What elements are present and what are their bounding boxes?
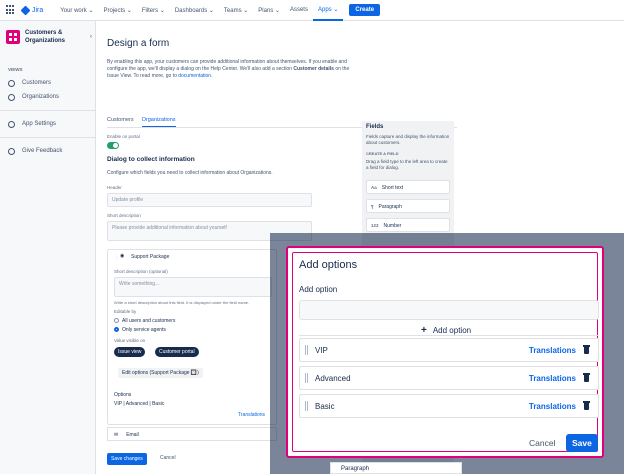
create-field-heading: CREATE A FIELD (366, 151, 399, 156)
email-icon: ✉ (114, 432, 119, 438)
options-value: VIP | Advanced | Basic (114, 401, 165, 407)
short-description-label: Short description (107, 213, 141, 218)
intro-text: By enabling this app, your customers can… (107, 59, 350, 79)
nav-projects[interactable]: Projects ⌄ (98, 0, 136, 21)
jira-logo[interactable]: Jira (20, 5, 43, 15)
views-heading: VIEWS (8, 67, 23, 72)
option-name: VIP (315, 346, 328, 355)
paragraph-field-peek: Paragraph (330, 462, 462, 474)
project-header[interactable]: Customers & Organizations (0, 21, 95, 53)
header-input[interactable]: Update profile (107, 193, 312, 207)
field-hint: Write a short description about this fie… (114, 300, 250, 305)
fields-title: Fields (366, 124, 384, 130)
number-icon: 123 (371, 223, 379, 228)
field-type-short-text[interactable]: Aa Short text (366, 180, 450, 194)
documentation-link[interactable]: documentation (178, 73, 211, 79)
divider (0, 110, 95, 111)
short-text-icon: Aa (371, 185, 377, 190)
drag-handle-icon[interactable] (305, 401, 308, 411)
radio-icon (114, 318, 119, 324)
sidebar-item-app-settings[interactable]: App Settings (0, 117, 95, 131)
header-label: Header (107, 185, 122, 190)
visible-on-label: Value visible on (114, 338, 146, 343)
support-package-field-card: ⋮⋮ ◉ Support Package Short description (… (107, 249, 277, 425)
enable-label: Enable on portal (107, 134, 140, 139)
nav-apps[interactable]: Apps ⌄ (312, 0, 344, 21)
trash-icon[interactable] (583, 373, 590, 382)
page-title: Design a form (107, 38, 170, 49)
trash-icon[interactable] (583, 401, 590, 410)
paragraph-icon: ¶ (371, 204, 374, 209)
cancel-button[interactable]: Cancel (160, 455, 176, 461)
nav-menu: Your work ⌄ Projects ⌄ Filters ⌄ Dashboa… (55, 0, 344, 21)
customer-portal-pill[interactable]: Customer portal (155, 347, 199, 357)
fields-description: Fields capture and display the informati… (366, 134, 450, 145)
translations-link[interactable]: Translations (529, 346, 576, 355)
modal-save-button[interactable]: Save (566, 434, 598, 452)
field-name: Support Package (131, 254, 170, 260)
add-option-input[interactable] (299, 300, 599, 320)
radio-field-icon: ◉ (120, 253, 125, 259)
nav-dashboards[interactable]: Dashboards ⌄ (170, 0, 219, 21)
modal-highlight-frame: Add options Add option + Add option VIP T… (292, 252, 599, 452)
translations-link[interactable]: Translations (529, 374, 576, 383)
option-name: Basic (315, 402, 335, 411)
sidebar: Customers & Organizations ‹ VIEWS Custom… (0, 21, 96, 474)
translations-link[interactable]: Translations (529, 402, 576, 411)
enable-toggle[interactable] (107, 142, 119, 149)
save-changes-button[interactable]: Save changes (107, 453, 147, 465)
options-label: Options (114, 392, 132, 398)
field-type-paragraph[interactable]: ¶ Paragraph (366, 199, 450, 213)
email-field-row[interactable]: ✉ Email (107, 427, 277, 441)
nav-your-work[interactable]: Your work ⌄ (55, 0, 98, 21)
drag-handle-icon[interactable] (305, 345, 308, 355)
modal-cancel-button[interactable]: Cancel (529, 438, 555, 448)
sidebar-item-customers[interactable]: Customers (0, 76, 95, 90)
jira-mark-icon (20, 5, 31, 15)
option-row: VIP Translations (299, 338, 599, 362)
issue-view-pill[interactable]: Issue view (114, 347, 146, 357)
field-short-description-input[interactable]: Write something... (114, 277, 272, 297)
top-navigation: Jira Your work ⌄ Projects ⌄ Filters ⌄ Da… (0, 0, 624, 21)
megaphone-icon (8, 147, 15, 155)
drag-handle-icon[interactable] (305, 373, 308, 383)
short-desc-optional-label: Short description (optional) (114, 269, 168, 274)
nav-assets[interactable]: Assets (285, 0, 313, 21)
app-switcher-icon[interactable] (6, 5, 16, 15)
add-options-modal: Add options Add option + Add option VIP T… (286, 246, 604, 458)
toggle-knob (113, 143, 118, 148)
edit-options-button[interactable]: Edit options (Support Package 🔲) (118, 368, 203, 378)
nav-teams[interactable]: Teams ⌄ (219, 0, 253, 21)
person-icon (8, 79, 15, 87)
add-option-label: Add option (299, 285, 338, 294)
sidebar-item-give-feedback[interactable]: Give Feedback (0, 144, 95, 158)
trash-icon[interactable] (583, 345, 590, 354)
editable-by-label: Editable by (114, 309, 137, 314)
option-row: Basic Translations (299, 394, 599, 418)
option-row: Advanced Translations (299, 366, 599, 390)
drag-description: Drag a field type to the left area to cr… (366, 159, 448, 170)
gear-icon (8, 120, 15, 128)
radio-selected-icon (114, 327, 119, 333)
project-name: Customers & Organizations (25, 30, 66, 44)
divider (0, 137, 95, 138)
radio-all-users[interactable]: All users and customers (114, 318, 175, 324)
group-icon (8, 93, 15, 101)
radio-service-agents[interactable]: Only service agents (114, 327, 166, 333)
modal-title: Add options (299, 259, 358, 271)
nav-filters[interactable]: Filters ⌄ (137, 0, 170, 21)
nav-plans[interactable]: Plans ⌄ (253, 0, 285, 21)
option-name: Advanced (315, 374, 351, 383)
sidebar-item-organizations[interactable]: Organizations (0, 90, 95, 104)
modal-divider (299, 335, 599, 336)
create-button[interactable]: Create (349, 4, 381, 16)
project-avatar (6, 30, 20, 44)
dialog-description: Configure which fields you need to colle… (107, 170, 273, 176)
translations-link[interactable]: Translations (238, 412, 265, 418)
collapse-sidebar-icon[interactable]: ‹ (90, 34, 92, 40)
dialog-title: Dialog to collect information (107, 156, 195, 163)
field-type-number[interactable]: 123 Number (366, 218, 450, 232)
